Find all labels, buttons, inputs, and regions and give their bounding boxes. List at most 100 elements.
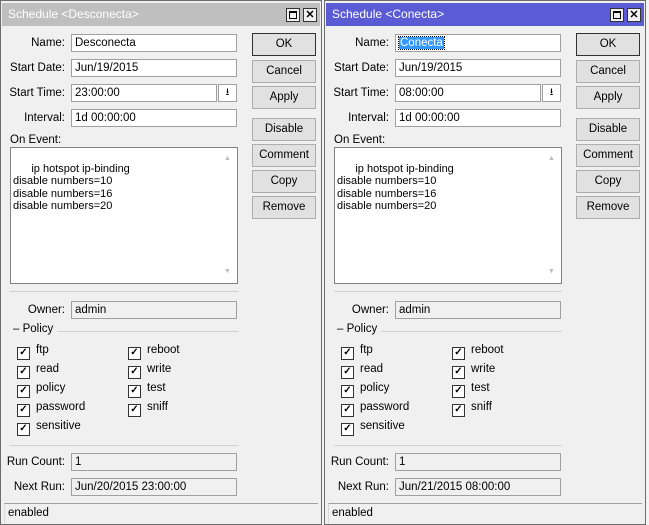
interval-input[interactable]: 1d 00:00:00 xyxy=(395,109,561,127)
comment-button[interactable]: Comment xyxy=(576,144,640,167)
run-count-label: Run Count: xyxy=(6,456,65,468)
schedule-window: Schedule <Conecta> ✕ Name: Conecta Start… xyxy=(324,0,646,525)
scrollbar[interactable]: ▲ ▼ xyxy=(220,149,236,282)
checkbox-label: ftp xyxy=(360,344,373,356)
policy-checkbox-sensitive[interactable]: ✓ sensitive xyxy=(17,420,81,436)
interval-input[interactable]: 1d 00:00:00 xyxy=(71,109,237,127)
policy-checkbox-password[interactable]: ✓ password xyxy=(341,401,409,417)
policy-checkbox-policy[interactable]: ✓ policy xyxy=(341,382,390,398)
close-icon[interactable]: ✕ xyxy=(627,8,641,22)
policy-checkbox-reboot[interactable]: ✓ reboot xyxy=(128,344,180,360)
scroll-down-icon[interactable]: ▼ xyxy=(548,266,555,279)
schedule-window: Schedule <Desconecta> ✕ Name: Desconecta… xyxy=(0,0,322,525)
checkbox-label: write xyxy=(147,363,172,375)
disable-button[interactable]: Disable xyxy=(252,118,316,141)
name-value: Desconecta xyxy=(75,37,136,49)
policy-group-label: – Policy xyxy=(333,323,382,335)
ok-button[interactable]: OK xyxy=(252,33,316,56)
checkbox-label: sensitive xyxy=(36,420,81,432)
checkmark-icon: ✓ xyxy=(128,404,141,417)
copy-button[interactable]: Copy xyxy=(252,170,316,193)
next-run-label: Next Run: xyxy=(13,481,65,493)
title-bar[interactable]: Schedule <Conecta> ✕ xyxy=(326,3,644,26)
scroll-up-icon[interactable]: ▲ xyxy=(548,153,555,166)
start-time-label: Start Time: xyxy=(333,87,389,99)
name-input[interactable]: Conecta xyxy=(395,34,561,52)
owner-label: Owner: xyxy=(351,304,389,316)
next-run-field: Jun/20/2015 23:00:00 xyxy=(71,478,237,496)
checkbox-label: policy xyxy=(360,382,390,394)
next-run-field: Jun/21/2015 08:00:00 xyxy=(395,478,561,496)
dropdown-arrow-icon[interactable]: ⭳ xyxy=(218,84,237,102)
remove-button[interactable]: Remove xyxy=(252,196,316,219)
maximize-icon[interactable] xyxy=(610,8,624,22)
start-time-input[interactable]: 23:00:00 xyxy=(71,84,217,102)
checkmark-icon: ✓ xyxy=(452,366,465,379)
policy-group-label: – Policy xyxy=(9,323,58,335)
policy-checkbox-write[interactable]: ✓ write xyxy=(452,363,495,379)
name-label: Name: xyxy=(31,37,65,49)
policy-checkbox-ftp[interactable]: ✓ ftp xyxy=(17,344,49,360)
on-event-label: On Event: xyxy=(10,134,62,146)
owner-field: admin xyxy=(395,301,561,319)
scrollbar[interactable]: ▲ ▼ xyxy=(544,149,560,282)
policy-checkbox-write[interactable]: ✓ write xyxy=(128,363,172,379)
checkbox-label: policy xyxy=(36,382,66,394)
remove-button[interactable]: Remove xyxy=(576,196,640,219)
policy-checkbox-test[interactable]: ✓ test xyxy=(452,382,490,398)
checkbox-label: test xyxy=(471,382,490,394)
copy-button[interactable]: Copy xyxy=(576,170,640,193)
comment-button[interactable]: Comment xyxy=(252,144,316,167)
close-icon[interactable]: ✕ xyxy=(303,8,317,22)
divider xyxy=(334,445,562,446)
dropdown-arrow-icon[interactable]: ⭳ xyxy=(542,84,561,102)
cancel-button[interactable]: Cancel xyxy=(576,60,640,83)
ok-button[interactable]: OK xyxy=(576,33,640,56)
apply-button[interactable]: Apply xyxy=(576,86,640,109)
policy-checkbox-password[interactable]: ✓ password xyxy=(17,401,86,417)
cancel-button[interactable]: Cancel xyxy=(252,60,316,83)
start-date-input[interactable]: Jun/19/2015 xyxy=(395,59,561,77)
interval-label: Interval: xyxy=(348,112,389,124)
disable-button[interactable]: Disable xyxy=(576,118,640,141)
on-event-label: On Event: xyxy=(334,134,386,146)
policy-checkbox-read[interactable]: ✓ read xyxy=(17,363,59,379)
checkmark-icon: ✓ xyxy=(128,385,141,398)
checkmark-icon: ✓ xyxy=(452,385,465,398)
name-value: Conecta xyxy=(398,36,445,50)
checkbox-label: sniff xyxy=(147,401,168,413)
checkbox-label: password xyxy=(36,401,86,413)
status-bar: enabled xyxy=(4,503,318,523)
start-date-input[interactable]: Jun/19/2015 xyxy=(71,59,237,77)
start-time-input[interactable]: 08:00:00 xyxy=(395,84,541,102)
checkmark-icon: ✓ xyxy=(341,404,354,417)
maximize-icon[interactable] xyxy=(286,8,300,22)
title-bar[interactable]: Schedule <Desconecta> ✕ xyxy=(2,3,320,26)
on-event-textarea[interactable]: ip hotspot ip-binding disable numbers=10… xyxy=(334,147,562,284)
policy-checkbox-sensitive[interactable]: ✓ sensitive xyxy=(341,420,405,436)
status-bar: enabled xyxy=(328,503,642,523)
policy-checkbox-ftp[interactable]: ✓ ftp xyxy=(341,344,373,360)
policy-checkbox-test[interactable]: ✓ test xyxy=(128,382,166,398)
policy-checkbox-policy[interactable]: ✓ policy xyxy=(17,382,66,398)
checkmark-icon: ✓ xyxy=(17,385,30,398)
scroll-down-icon[interactable]: ▼ xyxy=(224,266,231,279)
apply-button[interactable]: Apply xyxy=(252,86,316,109)
policy-checkbox-read[interactable]: ✓ read xyxy=(341,363,383,379)
start-date-label: Start Date: xyxy=(10,62,65,74)
checkmark-icon: ✓ xyxy=(341,347,354,360)
checkmark-icon: ✓ xyxy=(17,404,30,417)
policy-checkbox-sniff[interactable]: ✓ sniff xyxy=(128,401,168,417)
on-event-textarea[interactable]: ip hotspot ip-binding disable numbers=10… xyxy=(10,147,238,284)
policy-checkbox-reboot[interactable]: ✓ reboot xyxy=(452,344,504,360)
run-count-field: 1 xyxy=(395,453,561,471)
scroll-up-icon[interactable]: ▲ xyxy=(224,153,231,166)
owner-field: admin xyxy=(71,301,237,319)
interval-label: Interval: xyxy=(24,112,65,124)
checkmark-icon: ✓ xyxy=(341,385,354,398)
policy-checkbox-sniff[interactable]: ✓ sniff xyxy=(452,401,492,417)
checkbox-label: sensitive xyxy=(360,420,405,432)
start-date-label: Start Date: xyxy=(334,62,389,74)
name-input[interactable]: Desconecta xyxy=(71,34,237,52)
checkbox-label: test xyxy=(147,382,166,394)
